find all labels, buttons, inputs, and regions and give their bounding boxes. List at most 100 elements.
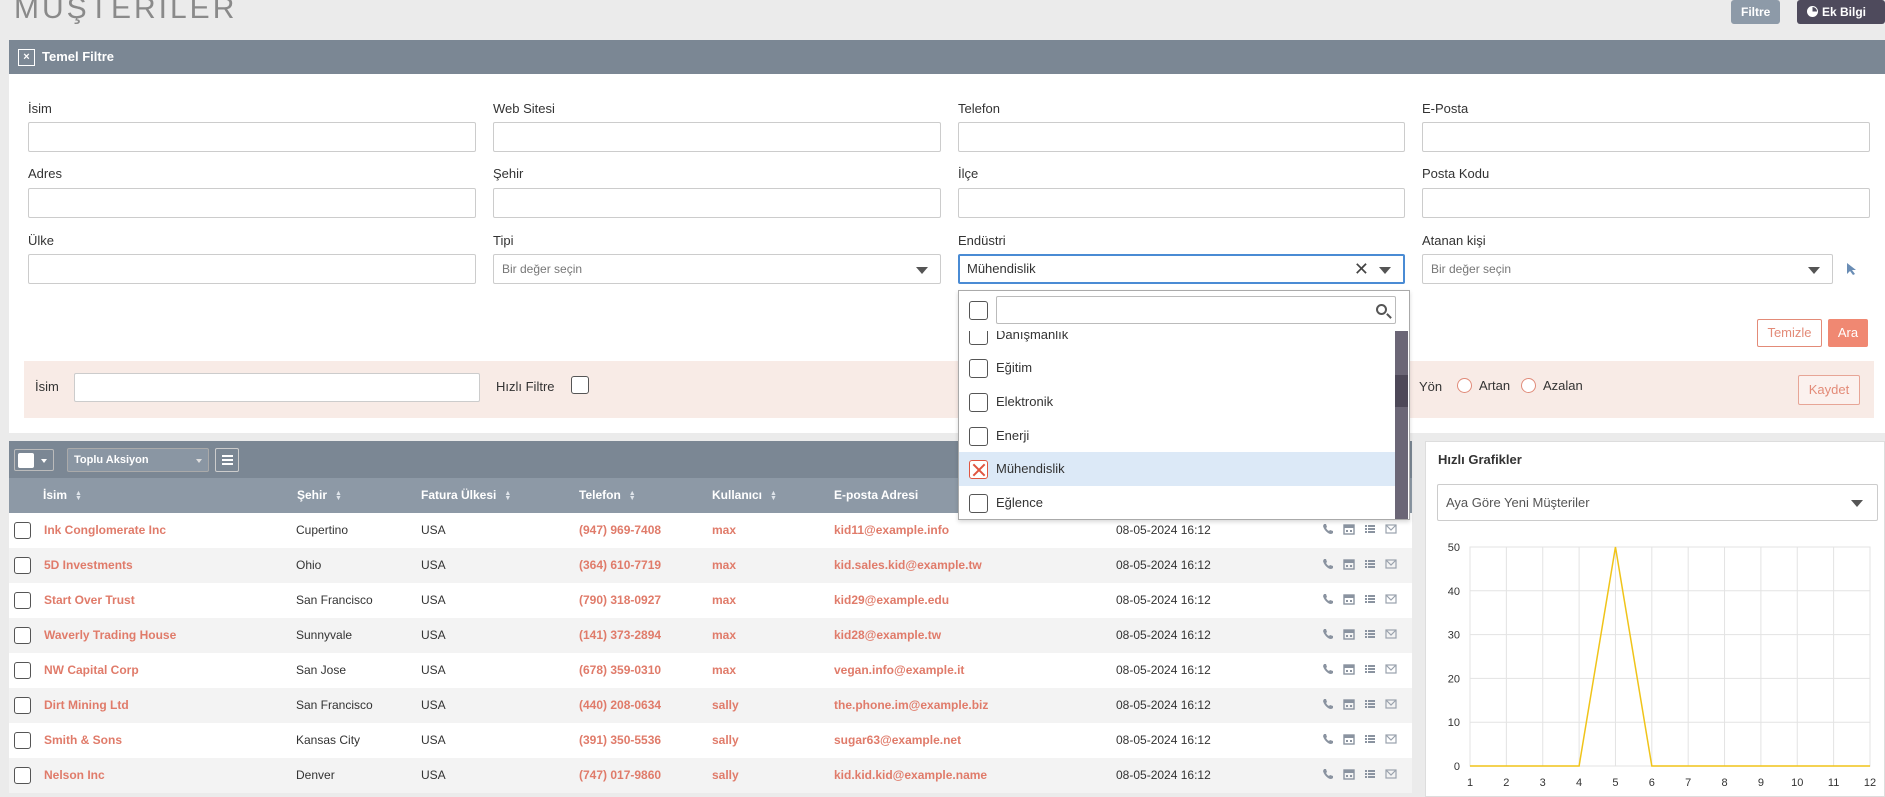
row-email-link[interactable]: kid.kid.kid@example.name: [834, 768, 987, 782]
row-checkbox[interactable]: [14, 627, 31, 644]
row-name-link[interactable]: NW Capital Corp: [44, 663, 139, 677]
task-list-icon[interactable]: [1364, 593, 1376, 605]
row-name-link[interactable]: Smith & Sons: [44, 733, 122, 747]
row-user-link[interactable]: sally: [712, 733, 739, 747]
option-item[interactable]: Enerji: [959, 419, 1395, 453]
option-item[interactable]: Eğlence: [959, 486, 1395, 519]
row-checkbox[interactable]: [14, 522, 31, 539]
col-header-email[interactable]: E-posta Adresi: [834, 488, 918, 502]
mail-icon[interactable]: [1385, 593, 1397, 605]
district-input[interactable]: [958, 188, 1405, 218]
row-name-link[interactable]: Waverly Trading House: [44, 628, 176, 642]
calendar-icon[interactable]: [1343, 663, 1355, 675]
task-list-icon[interactable]: [1364, 558, 1376, 570]
col-header-billing-country[interactable]: Fatura Ülkesi ▲ ▼: [421, 488, 511, 502]
task-list-icon[interactable]: [1364, 663, 1376, 675]
filter-toggle-button[interactable]: Filtre: [1731, 0, 1781, 24]
row-checkbox[interactable]: [14, 557, 31, 574]
row-email-link[interactable]: vegan.info@example.it: [834, 663, 964, 677]
option-item[interactable]: Danışmanlık: [959, 331, 1395, 352]
option-item[interactable]: Elektronik: [959, 385, 1395, 419]
row-email-link[interactable]: kid29@example.edu: [834, 593, 949, 607]
city-input[interactable]: [493, 188, 941, 218]
mail-icon[interactable]: [1385, 733, 1397, 745]
row-email-link[interactable]: sugar63@example.net: [834, 733, 961, 747]
list-view-button[interactable]: [215, 448, 239, 472]
row-email-link[interactable]: kid11@example.info: [834, 523, 949, 537]
type-select[interactable]: Bir değer seçin: [493, 254, 941, 284]
row-phone-link[interactable]: (391) 350-5536: [579, 733, 661, 747]
row-name-link[interactable]: Dirt Mining Ltd: [44, 698, 129, 712]
col-header-phone[interactable]: Telefon ▲ ▼: [579, 488, 636, 502]
row-checkbox[interactable]: [14, 662, 31, 679]
phone-icon[interactable]: [1322, 663, 1334, 675]
phone-icon[interactable]: [1322, 733, 1334, 745]
task-list-icon[interactable]: [1364, 523, 1376, 535]
option-checkbox[interactable]: [969, 359, 988, 378]
calendar-icon[interactable]: [1343, 628, 1355, 640]
calendar-icon[interactable]: [1343, 593, 1355, 605]
row-phone-link[interactable]: (364) 610-7719: [579, 558, 661, 572]
address-input[interactable]: [28, 188, 476, 218]
assignee-select[interactable]: Bir değer seçin: [1422, 254, 1833, 284]
postal-code-input[interactable]: [1422, 188, 1870, 218]
row-phone-link[interactable]: (790) 318-0927: [579, 593, 661, 607]
quick-name-input[interactable]: [74, 373, 480, 402]
row-email-link[interactable]: kid28@example.tw: [834, 628, 941, 642]
row-phone-link[interactable]: (747) 017-9860: [579, 768, 661, 782]
country-input[interactable]: [28, 254, 476, 284]
row-user-link[interactable]: sally: [712, 698, 739, 712]
row-phone-link[interactable]: (141) 373-2894: [579, 628, 661, 642]
row-name-link[interactable]: Start Over Trust: [44, 593, 135, 607]
search-button[interactable]: Ara: [1828, 319, 1868, 347]
task-list-icon[interactable]: [1364, 768, 1376, 780]
option-checkbox[interactable]: [969, 494, 988, 513]
save-button[interactable]: Kaydet: [1798, 375, 1860, 405]
close-icon[interactable]: ×: [18, 49, 35, 66]
row-name-link[interactable]: 5D Investments: [44, 558, 133, 572]
mail-icon[interactable]: [1385, 558, 1397, 570]
asc-radio[interactable]: [1457, 378, 1472, 393]
mail-icon[interactable]: [1385, 663, 1397, 675]
calendar-icon[interactable]: [1343, 733, 1355, 745]
select-all-checkbox[interactable]: [14, 449, 54, 471]
row-name-link[interactable]: Nelson Inc: [44, 768, 105, 782]
mail-icon[interactable]: [1385, 768, 1397, 780]
mail-icon[interactable]: [1385, 523, 1397, 535]
bulk-action-select[interactable]: Toplu Aksiyon: [67, 448, 209, 472]
desc-radio[interactable]: [1521, 378, 1536, 393]
option-checkbox-checked[interactable]: [969, 460, 988, 479]
email-input[interactable]: [1422, 122, 1870, 152]
row-user-link[interactable]: max: [712, 663, 736, 677]
option-checkbox[interactable]: [969, 331, 988, 345]
phone-icon[interactable]: [1322, 558, 1334, 570]
row-checkbox[interactable]: [14, 767, 31, 784]
row-email-link[interactable]: the.phone.im@example.biz: [834, 698, 988, 712]
clear-button[interactable]: Temizle: [1757, 319, 1822, 347]
calendar-icon[interactable]: [1343, 523, 1355, 535]
website-input[interactable]: [493, 122, 941, 152]
row-phone-link[interactable]: (440) 208-0634: [579, 698, 661, 712]
phone-icon[interactable]: [1322, 768, 1334, 780]
row-checkbox[interactable]: [14, 732, 31, 749]
phone-icon[interactable]: [1322, 628, 1334, 640]
row-user-link[interactable]: max: [712, 523, 736, 537]
scrollbar-thumb[interactable]: [1395, 375, 1408, 407]
option-item-selected[interactable]: Mühendislik: [959, 452, 1395, 486]
quick-filter-checkbox[interactable]: [571, 376, 589, 394]
phone-icon[interactable]: [1322, 523, 1334, 535]
option-checkbox[interactable]: [969, 427, 988, 446]
mail-icon[interactable]: [1385, 628, 1397, 640]
row-phone-link[interactable]: (947) 969-7408: [579, 523, 661, 537]
task-list-icon[interactable]: [1364, 733, 1376, 745]
task-list-icon[interactable]: [1364, 628, 1376, 640]
chart-select[interactable]: Aya Göre Yeni Müşteriler: [1437, 484, 1878, 521]
row-user-link[interactable]: sally: [712, 768, 739, 782]
task-list-icon[interactable]: [1364, 698, 1376, 710]
row-email-link[interactable]: kid.sales.kid@example.tw: [834, 558, 982, 572]
mail-icon[interactable]: [1385, 698, 1397, 710]
clear-icon[interactable]: ✕: [1354, 259, 1369, 280]
col-header-user[interactable]: Kullanıcı ▲ ▼: [712, 488, 777, 502]
row-phone-link[interactable]: (678) 359-0310: [579, 663, 661, 677]
phone-icon[interactable]: [1322, 593, 1334, 605]
